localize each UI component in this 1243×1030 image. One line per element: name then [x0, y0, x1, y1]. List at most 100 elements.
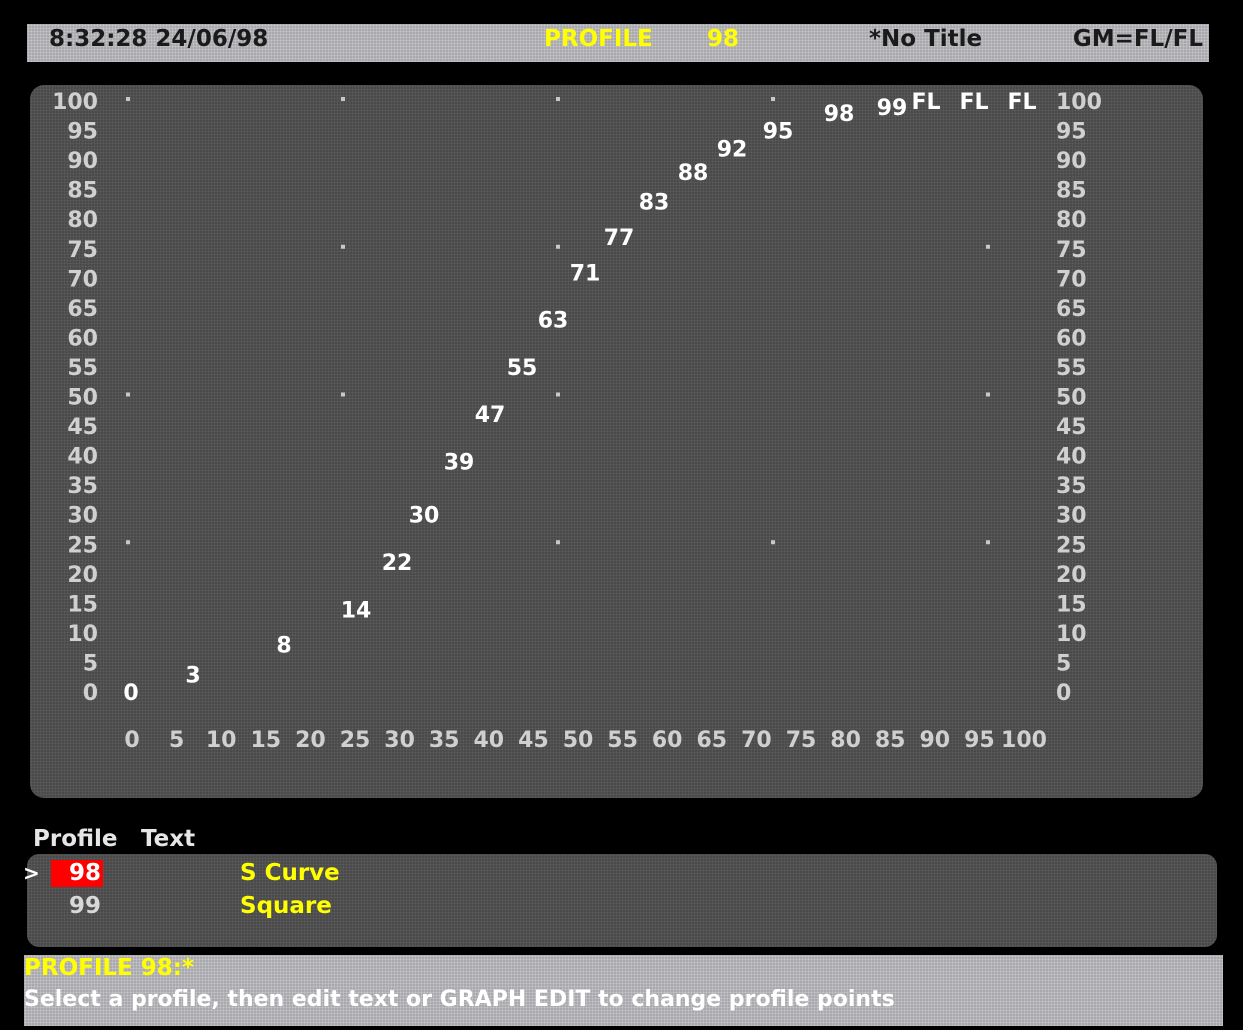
profile-point-label: 63: [538, 309, 569, 334]
column-profile-header: Profile: [33, 826, 118, 852]
fl-label: FL: [911, 90, 940, 115]
x-tick-label: 0: [124, 728, 139, 753]
x-tick-label: 70: [741, 728, 772, 753]
grid-marker: [771, 540, 775, 545]
grid-marker: [556, 244, 560, 249]
y-tick-label-right: 85: [1056, 179, 1087, 204]
x-tick-label: 90: [919, 728, 950, 753]
y-tick-label-left: 90: [67, 149, 98, 174]
header-bar: 8:32:28 24/06/98 PROFILE 98 *No Title GM…: [27, 24, 1209, 62]
profile-point-label: 22: [382, 551, 413, 576]
profile-number-cell[interactable]: 99: [51, 893, 103, 920]
profile-number-cell[interactable]: 98: [51, 860, 103, 887]
profile-point-label: 55: [507, 356, 538, 381]
y-tick-label-left: 70: [67, 267, 98, 292]
x-tick-label: 85: [875, 728, 906, 753]
status-hint: Select a profile, then edit text or GRAP…: [24, 987, 895, 1012]
x-tick-label: 100: [1001, 728, 1047, 753]
profile-point-label: 30: [409, 504, 440, 529]
y-tick-label-right: 95: [1056, 120, 1087, 145]
y-tick-label-right: 75: [1056, 238, 1087, 263]
y-tick-label-left: 15: [67, 592, 98, 617]
profile-point-label: 3: [185, 663, 200, 688]
profile-points: 0 3 8 14 22 30 39475563717783 88 92 95 98 99: [123, 96, 907, 706]
y-tick-label-right: 10: [1056, 622, 1087, 647]
y-tick-label-right: 45: [1056, 415, 1087, 440]
clock-readout: 8:32:28 24/06/98: [49, 26, 269, 52]
y-tick-label-left: 35: [67, 474, 98, 499]
profile-point-label: 99: [877, 96, 908, 121]
x-tick-label: 60: [652, 728, 683, 753]
y-tick-label-right: 90: [1056, 149, 1087, 174]
y-tick-label-right: 40: [1056, 445, 1087, 470]
y-tick-label-left: 10: [67, 622, 98, 647]
profile-row-99[interactable]: 99 Square: [27, 891, 1217, 921]
y-tick-label-left: 75: [67, 238, 98, 263]
x-tick-label: 10: [206, 728, 237, 753]
grid-marker: [986, 392, 990, 397]
x-tick-label: 50: [563, 728, 594, 753]
x-tick-label: 30: [384, 728, 415, 753]
fl-label: FL: [959, 90, 988, 115]
y-tick-label-left: 40: [67, 445, 98, 470]
x-tick-label: 45: [518, 728, 549, 753]
y-tick-label-left: 50: [67, 386, 98, 411]
grid-marker: [126, 540, 130, 545]
y-tick-label-left: 85: [67, 179, 98, 204]
profile-point-label: 39: [444, 451, 475, 476]
x-tick-label: 40: [473, 728, 504, 753]
y-tick-label-right: 20: [1056, 563, 1087, 588]
y-axis-left: 1009590858075706560555045403530252015105…: [52, 90, 98, 706]
profile-point-label: 83: [639, 190, 670, 215]
profile-point-label: 14: [341, 598, 372, 623]
profile-text-cell[interactable]: Square: [240, 893, 332, 919]
y-axis-right: 1009590858075706560555045403530252015105…: [1056, 90, 1102, 706]
profile-row-98[interactable]: > 98 S Curve: [23, 858, 1217, 888]
grand-master-mode: GM=FL/FL: [1072, 26, 1203, 52]
x-tick-label: 75: [786, 728, 817, 753]
y-tick-label-left: 95: [67, 120, 98, 145]
x-tick-label: 80: [830, 728, 861, 753]
y-tick-label-left: 20: [67, 563, 98, 588]
grid-marker: [986, 540, 990, 545]
grid-marker: [341, 392, 345, 397]
profile-text-cell[interactable]: S Curve: [240, 860, 340, 886]
profile-list: > 98 S Curve 99 Square: [23, 854, 1217, 947]
y-tick-label-left: 30: [67, 504, 98, 529]
profile-graph[interactable]: 100 95 90 85 80 75 70 65 60 55 50 45 40 35 30 25 20 15 10 5…: [30, 85, 1203, 798]
grid-marker: [556, 97, 560, 101]
y-tick-label-right: 100: [1056, 90, 1102, 115]
y-tick-label-left: 5: [83, 651, 98, 676]
profile-point-label: 95: [763, 120, 794, 145]
y-tick-label-left: 60: [67, 326, 98, 351]
x-tick-label: 5: [169, 728, 184, 753]
profile-point-label: 98: [824, 102, 855, 127]
y-tick-label-right: 15: [1056, 592, 1087, 617]
y-tick-label-left: 65: [67, 297, 98, 322]
y-tick-label-left: 80: [67, 208, 98, 233]
y-tick-label-left: 45: [67, 415, 98, 440]
x-tick-label: 15: [250, 728, 281, 753]
y-tick-label-left: 0: [83, 681, 98, 706]
profile-point-label: 88: [678, 161, 709, 186]
y-tick-label-right: 55: [1056, 356, 1087, 381]
y-tick-label-right: 5: [1056, 651, 1071, 676]
x-tick-label: 55: [607, 728, 638, 753]
fl-labels: FL FL FL: [911, 90, 1036, 115]
y-tick-label-right: 35: [1056, 474, 1087, 499]
x-axis: 0 5 10 15 20 25 30 35 40 45 50 55 60 65 70 75 80 85 90 95 10…: [124, 728, 1047, 753]
screen-title: PROFILE: [544, 26, 653, 52]
y-tick-label-left: 25: [67, 533, 98, 558]
x-tick-label: 65: [696, 728, 727, 753]
status-title: PROFILE 98:*: [24, 955, 194, 981]
row-cursor: >: [23, 861, 40, 885]
x-tick-label: 25: [340, 728, 371, 753]
profile-number-title: 98: [707, 26, 740, 52]
y-tick-label-left: 100: [52, 90, 98, 115]
x-tick-label: 95: [964, 728, 995, 753]
grid-marker: [556, 540, 560, 545]
y-tick-label-right: 0: [1056, 681, 1071, 706]
grid-marker: [126, 392, 130, 397]
grid-marker: [341, 97, 345, 101]
grid-marker: [556, 392, 560, 397]
